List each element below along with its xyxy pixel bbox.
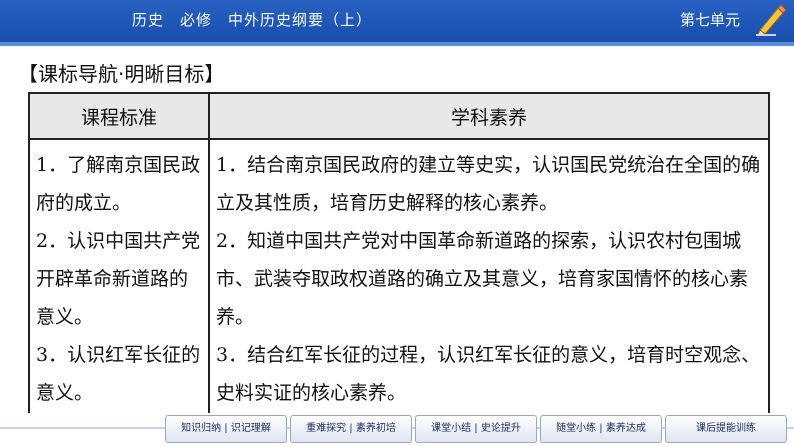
literacy-item: 2．知道中国共产党对中国革命新道路的探索，认识农村包围城市、武装夺取政权道路的确…	[216, 230, 749, 328]
literacy-cell: 1．结合南京国民政府的建立等史实，认识国民党统治在全国的确立及其性质，培育历史解…	[208, 138, 770, 418]
unit-label: 第七单元	[680, 11, 741, 29]
nav-summary-button[interactable]: 课堂小结 | 史论提升	[415, 415, 537, 443]
nav-homework-button[interactable]: 课后提能训练	[665, 415, 787, 443]
pencil-icon	[756, 4, 787, 36]
column-header-literacy: 学科素养	[208, 92, 770, 140]
literacy-item: 1．结合南京国民政府的建立等史实，认识国民党统治在全国的确立及其性质，培育历史解…	[216, 154, 761, 214]
header-bar: 历史 必修 中外历史纲要（上） 第七单元	[0, 0, 794, 42]
standard-item: 1．了解南京国民政府的成立。	[36, 154, 201, 214]
table-header-row: 课程标准 学科素养	[28, 92, 770, 140]
nav-key-points-button[interactable]: 重难探究 | 素养初培	[290, 415, 412, 443]
course-title: 历史 必修 中外历史纲要（上）	[132, 11, 373, 29]
standard-item: 2．认识中国共产党开辟革命新道路的意义。	[36, 230, 201, 328]
column-header-standard: 课程标准	[28, 92, 210, 140]
nav-practice-button[interactable]: 随堂小练 | 素养达成	[540, 415, 662, 443]
header-underline	[0, 42, 794, 46]
footer-nav: 知识归纳 | 识记理解 重难探究 | 素养初培 课堂小结 | 史论提升 随堂小练…	[0, 413, 794, 447]
section-title: 【课标导航·明晰目标】	[18, 62, 225, 86]
standards-cell: 1．了解南京国民政府的成立。 2．认识中国共产党开辟革命新道路的意义。 3．认识…	[28, 138, 210, 418]
nav-knowledge-button[interactable]: 知识归纳 | 识记理解	[165, 415, 287, 443]
table-row: 1．了解南京国民政府的成立。 2．认识中国共产党开辟革命新道路的意义。 3．认识…	[28, 138, 770, 418]
standard-item: 3．认识红军长征的意义。	[36, 344, 201, 404]
literacy-item: 3．结合红军长征的过程，认识红军长征的意义，培育时空观念、史料实证的核心素养。	[216, 344, 761, 404]
objectives-table: 课程标准 学科素养 1．了解南京国民政府的成立。 2．认识中国共产党开辟革命新道…	[28, 92, 770, 418]
